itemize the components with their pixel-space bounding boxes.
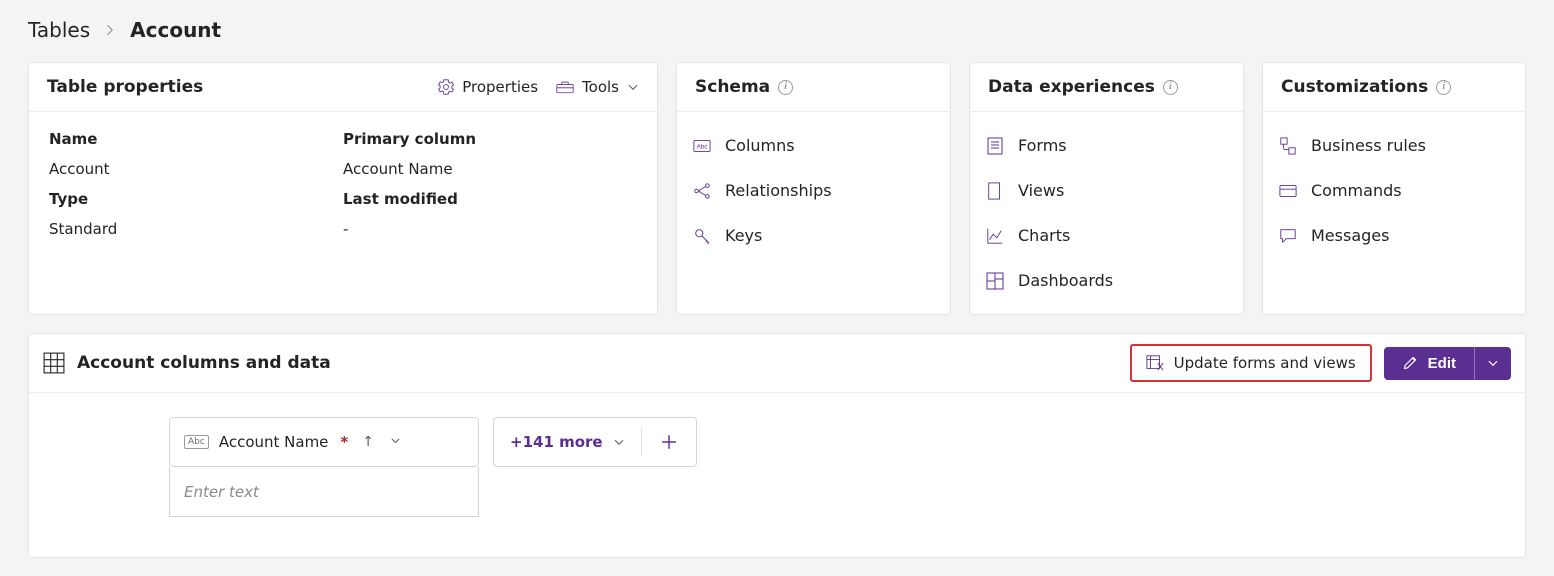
relationships-icon	[693, 182, 711, 200]
breadcrumb-root-tables[interactable]: Tables	[28, 18, 90, 42]
properties-button-label: Properties	[462, 78, 538, 96]
prop-name-label: Name	[49, 130, 343, 148]
messages-icon	[1279, 227, 1297, 245]
card-title-data-experiences: Data experiences	[988, 77, 1155, 97]
business-rules-icon	[1279, 137, 1297, 155]
card-customizations: Customizations i Business rules Commands…	[1262, 62, 1526, 315]
card-data-experiences: Data experiences i Forms Views Charts	[969, 62, 1244, 315]
grid-icon	[43, 352, 65, 374]
prop-primary-label: Primary column	[343, 130, 637, 148]
column-header-account-name[interactable]: Abc Account Name * ↑	[169, 417, 479, 467]
text-column-icon: Abc	[184, 435, 209, 449]
sort-ascending-icon: ↑	[362, 434, 374, 450]
add-column-button[interactable]	[642, 418, 696, 466]
dashboards-icon	[986, 272, 1004, 290]
views-icon	[986, 182, 1004, 200]
chevron-down-icon	[390, 435, 401, 449]
schema-relationships-label: Relationships	[725, 181, 832, 200]
card-table-properties: Table properties Properties Tools Name	[28, 62, 658, 315]
schema-relationships-link[interactable]: Relationships	[693, 181, 934, 200]
de-dashboards-label: Dashboards	[1018, 271, 1113, 290]
update-forms-views-button[interactable]: Update forms and views	[1130, 344, 1372, 382]
properties-button[interactable]: Properties	[438, 78, 538, 96]
de-views-link[interactable]: Views	[986, 181, 1227, 200]
prop-type-value: Standard	[49, 220, 343, 238]
cust-business-rules-label: Business rules	[1311, 136, 1426, 155]
info-icon[interactable]: i	[1436, 80, 1451, 95]
edit-button-chevron[interactable]	[1474, 347, 1511, 380]
prop-type-label: Type	[49, 190, 343, 208]
cust-business-rules-link[interactable]: Business rules	[1279, 136, 1509, 155]
schema-columns-label: Columns	[725, 136, 795, 155]
cust-messages-label: Messages	[1311, 226, 1389, 245]
gear-icon	[438, 79, 454, 95]
card-title-schema: Schema	[695, 77, 770, 97]
card-title-table-properties: Table properties	[47, 77, 203, 97]
commands-icon	[1279, 182, 1297, 200]
de-forms-label: Forms	[1018, 136, 1067, 155]
chevron-right-icon	[104, 21, 116, 40]
more-columns-label: +141 more	[510, 433, 603, 451]
plus-icon	[660, 433, 678, 451]
cust-commands-label: Commands	[1311, 181, 1402, 200]
prop-modified-label: Last modified	[343, 190, 637, 208]
de-views-label: Views	[1018, 181, 1064, 200]
schema-keys-link[interactable]: Keys	[693, 226, 934, 245]
cust-commands-link[interactable]: Commands	[1279, 181, 1509, 200]
de-forms-link[interactable]: Forms	[986, 136, 1227, 155]
chevron-down-icon	[1487, 357, 1499, 369]
update-forms-views-label: Update forms and views	[1174, 354, 1356, 372]
prop-primary-value: Account Name	[343, 160, 637, 178]
info-icon[interactable]: i	[1163, 80, 1178, 95]
more-columns-chip: +141 more	[493, 417, 697, 467]
de-dashboards-link[interactable]: Dashboards	[986, 271, 1227, 290]
tools-button-label: Tools	[582, 78, 619, 96]
columns-icon: Abc	[693, 137, 711, 155]
account-name-input[interactable]: Enter text	[169, 467, 479, 517]
account-columns-panel: Account columns and data Update forms an…	[28, 333, 1526, 558]
de-charts-label: Charts	[1018, 226, 1070, 245]
edit-button-label: Edit	[1428, 355, 1456, 372]
edit-split-button: Edit	[1384, 347, 1511, 380]
breadcrumb-current: Account	[130, 18, 221, 42]
toolbox-icon	[556, 80, 574, 94]
de-charts-link[interactable]: Charts	[986, 226, 1227, 245]
svg-text:Abc: Abc	[697, 143, 708, 150]
forms-icon	[986, 137, 1004, 155]
keys-icon	[693, 227, 711, 245]
required-indicator: *	[340, 433, 348, 451]
cust-messages-link[interactable]: Messages	[1279, 226, 1509, 245]
card-schema: Schema i Abc Columns Relationships Keys	[676, 62, 951, 315]
chevron-down-icon	[627, 81, 639, 93]
info-icon[interactable]: i	[778, 80, 793, 95]
card-title-customizations: Customizations	[1281, 77, 1428, 97]
prop-name-value: Account	[49, 160, 343, 178]
more-columns-button[interactable]: +141 more	[494, 418, 641, 466]
schema-keys-label: Keys	[725, 226, 762, 245]
chevron-down-icon	[613, 436, 625, 448]
breadcrumb: Tables Account	[28, 18, 1526, 42]
column-header-label: Account Name	[219, 433, 329, 451]
prop-modified-value: -	[343, 220, 637, 238]
schema-columns-link[interactable]: Abc Columns	[693, 136, 934, 155]
update-forms-icon	[1146, 354, 1164, 372]
bottom-title: Account columns and data	[77, 353, 331, 373]
tools-button[interactable]: Tools	[556, 78, 639, 96]
edit-button[interactable]: Edit	[1384, 347, 1474, 380]
charts-icon	[986, 227, 1004, 245]
pencil-icon	[1402, 355, 1418, 371]
